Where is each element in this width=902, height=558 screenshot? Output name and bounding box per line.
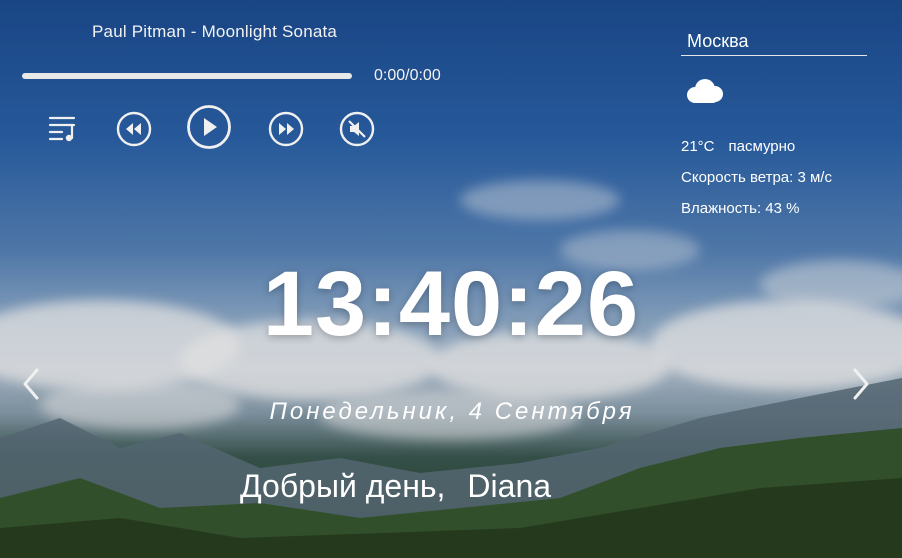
clock-date: Понедельник, 4 Сентября [269,398,635,425]
forward-button[interactable] [268,111,304,147]
city-input[interactable] [681,28,867,56]
progress-bar[interactable] [22,73,352,79]
rewind-button[interactable] [116,111,152,147]
mute-icon [339,111,375,147]
playlist-button[interactable] [48,114,78,142]
play-button[interactable] [186,104,232,150]
rewind-icon [116,111,152,147]
greeting: Добрый день, Diana [240,468,551,505]
clock-time: 13:40:26 [262,253,640,355]
play-icon [187,105,231,149]
prev-background-button[interactable] [20,366,42,407]
temperature: 21°C [681,138,715,155]
chevron-left-icon [23,368,39,400]
greeting-text: Добрый день, [240,468,446,504]
temperature-line: 21°C пасмурно [681,138,795,155]
cloud-icon [687,79,723,103]
time-display: 0:00/0:00 [374,67,441,84]
forward-icon [268,111,304,147]
track-title: Paul Pitman - Moonlight Sonata [92,22,338,41]
player-controls [44,104,404,152]
weather-description: пасмурно [728,138,796,155]
mute-button[interactable] [339,111,375,147]
wind-speed: Скорость ветра: 3 м/с [681,169,832,186]
humidity: Влажность: 43 % [681,200,800,217]
user-name[interactable]: Diana [467,468,551,504]
playlist-icon [48,116,76,142]
weather-icon [683,76,727,111]
next-background-button[interactable] [850,366,872,407]
chevron-right-icon [853,368,869,400]
